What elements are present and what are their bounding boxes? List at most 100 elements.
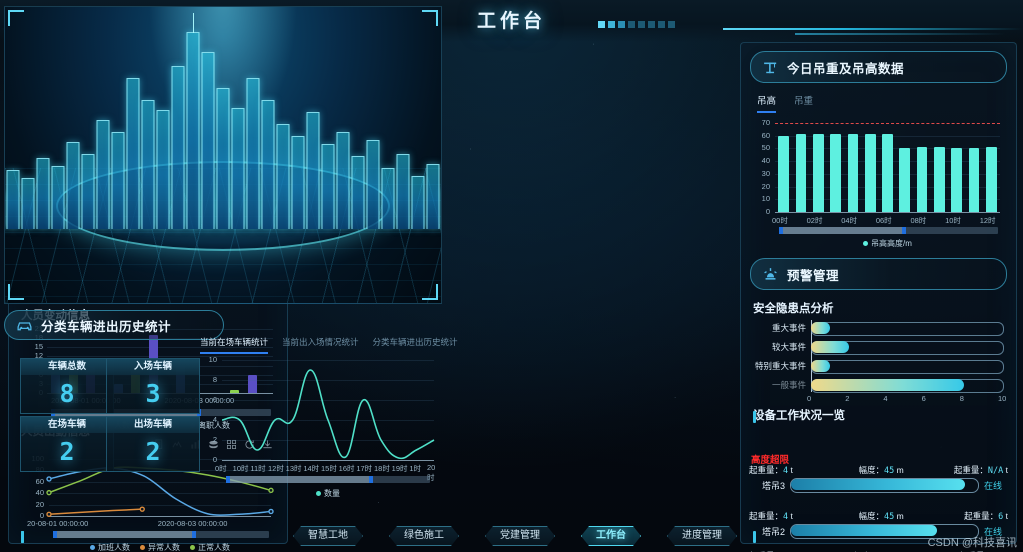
hazard-fill	[811, 379, 964, 391]
building	[231, 108, 245, 229]
chart-bar	[968, 148, 980, 212]
building	[351, 156, 365, 229]
tab-lift-height[interactable]: 吊高	[757, 93, 777, 113]
building	[426, 164, 440, 229]
chart-bar	[899, 148, 911, 212]
subhead-hazard-label: 安全隐患点分析	[753, 303, 834, 315]
building	[411, 176, 425, 229]
hazard-row[interactable]: 较大事件	[772, 341, 1004, 355]
legend-item[interactable]: 正常人数	[190, 542, 230, 552]
tab-lift-weight[interactable]: 吊重	[794, 93, 813, 113]
chart-x-tick: 19时	[391, 464, 408, 473]
hazard-label: 一般事件	[771, 380, 806, 390]
vehicle-box-entered[interactable]: 入场车辆 3	[106, 358, 200, 414]
building	[201, 52, 215, 229]
legend-label: 异常人数	[148, 543, 180, 552]
section-vehicle-stats[interactable]: 分类车辆进出历史统计	[4, 310, 224, 340]
vehicle-box-exited[interactable]: 出场车辆 2	[106, 416, 200, 472]
vehicle-box-onsite[interactable]: 在场车辆 2	[20, 416, 114, 472]
chart-x-tick: 13时	[285, 464, 302, 473]
building	[321, 144, 335, 229]
building	[396, 154, 410, 229]
vehicle-box-value: 2	[145, 437, 161, 466]
building	[336, 132, 350, 229]
chart-bar	[916, 147, 928, 212]
chart-bar	[882, 134, 893, 212]
chart-x-tick: 12时	[268, 464, 284, 473]
legend-item[interactable]: 加班人数	[90, 542, 130, 552]
chart-x-tick: 2	[845, 394, 850, 403]
crane-meta-item: 起重量：6 t	[925, 510, 1008, 522]
scrollbar-handle-right[interactable]	[191, 531, 196, 538]
chart-scrollbar[interactable]	[779, 227, 998, 234]
legend-item[interactable]: 数量	[316, 488, 340, 499]
car-icon	[17, 321, 32, 330]
crane-icon	[764, 62, 777, 73]
crane-track[interactable]	[790, 478, 979, 493]
chart-bar	[934, 147, 945, 212]
building	[442, 188, 443, 229]
chart-x-tick: 10时	[945, 216, 961, 225]
hazard-row[interactable]: 重大事件	[772, 322, 1004, 336]
scrollbar-handle-left[interactable]	[53, 531, 57, 538]
header-line2-right	[795, 33, 1005, 35]
chart-lift-height[interactable]: 0 10 20 30 40 50 60 70 00时 02时 04时 06时 08时 10时 12时 吊高高度…	[749, 117, 1008, 248]
hazard-track	[811, 322, 1004, 336]
scrollbar-handle-right[interactable]	[368, 476, 373, 483]
hazard-row[interactable]: 一般事件	[772, 379, 1004, 393]
dashboard-root: 工作台 人员管理 劳工人员 在职劳工总数	[0, 0, 1023, 552]
chart-scrollbar[interactable]	[53, 531, 269, 538]
building	[96, 120, 110, 229]
vehicle-box-value: 3	[145, 379, 161, 408]
chart-scrollbar[interactable]	[226, 476, 430, 483]
chart-hazard-analysis[interactable]: 重大事件 较大事件 特别重大事件 一般事件 0 2 4 6 8 10	[749, 320, 1008, 403]
crane-meta-unit: m	[894, 511, 904, 521]
building	[51, 166, 65, 229]
chart-x-tick: 11时	[250, 464, 266, 473]
legend-item[interactable]: 异常人数	[140, 542, 180, 552]
crane-meta-value: 45	[883, 466, 895, 476]
city-3d-visualization[interactable]	[4, 6, 442, 304]
scrollbar-handle-right[interactable]	[902, 227, 907, 234]
right-panel: 今日吊重及吊高数据 吊高 吊重 0 10 20 30 40 50 60 70 00时 02时 04时…	[740, 42, 1017, 552]
legend-item[interactable]: 吊高高度/m	[863, 238, 912, 249]
chart-bar	[830, 134, 841, 212]
nav-item-inactive[interactable]: 绿色施工	[389, 526, 459, 546]
chart-x-tick: 8	[959, 394, 964, 403]
hazard-row[interactable]: 特别重大事件	[755, 360, 1004, 374]
chart-vehicle-onsite[interactable]: 0 2 4 6 8 10 0时 10时 11时 12时 13时 14时 15时 16时 17时 18时 19时 1…	[200, 350, 438, 500]
nav-item-active[interactable]: 工作台	[581, 526, 641, 546]
corner-bracket-icon	[422, 10, 438, 26]
crane-status: 在线	[984, 481, 1003, 491]
bottom-navigation: 智慧工地 绿色施工 党建管理 工作台 进度管理	[293, 526, 737, 546]
section-lift-data[interactable]: 今日吊重及吊高数据	[750, 51, 1007, 83]
nav-item-inactive[interactable]: 进度管理	[667, 526, 737, 546]
vehicle-box-title: 车辆总数	[21, 359, 113, 375]
legend-label: 正常人数	[198, 543, 230, 552]
building	[4, 192, 5, 229]
crane-meta-value: N/A	[987, 466, 1004, 476]
scrollbar-thumb[interactable]	[226, 476, 373, 483]
nav-item-inactive[interactable]: 党建管理	[485, 526, 555, 546]
crane-block[interactable]: 起重量：4 t 幅度：45 m 起重量：N/A t 塔吊3 在线	[749, 464, 1008, 493]
vehicle-box-value: 8	[59, 379, 75, 408]
section-warning-management[interactable]: 预警管理	[750, 258, 1007, 290]
nav-item-inactive[interactable]: 智慧工地	[293, 526, 363, 546]
scrollbar-handle-left[interactable]	[226, 476, 230, 483]
vehicle-box-total[interactable]: 车辆总数 8	[20, 358, 114, 414]
corner-bracket-icon	[8, 10, 24, 26]
crane-meta-item: 起重量：4 t	[749, 510, 837, 522]
scrollbar-thumb[interactable]	[779, 227, 907, 234]
chart-x-tick: 4	[883, 394, 888, 403]
corner-bracket-icon	[8, 284, 24, 300]
crane-meta-unit: t	[788, 511, 793, 521]
chart-x-tick: 04时	[841, 216, 858, 225]
center-panel: 分类车辆进出历史统计 当前在场车辆统计 当前出入场情况统计 分类车辆进出历史统计…	[0, 0, 458, 500]
corner-bracket-icon	[422, 284, 438, 300]
crane-meta-label: 起重量：	[964, 511, 999, 521]
scrollbar-handle-left[interactable]	[779, 227, 783, 234]
building	[216, 88, 230, 229]
building	[171, 66, 185, 229]
scrollbar-thumb[interactable]	[53, 531, 196, 538]
chart-x-tick: 12时	[979, 216, 996, 225]
